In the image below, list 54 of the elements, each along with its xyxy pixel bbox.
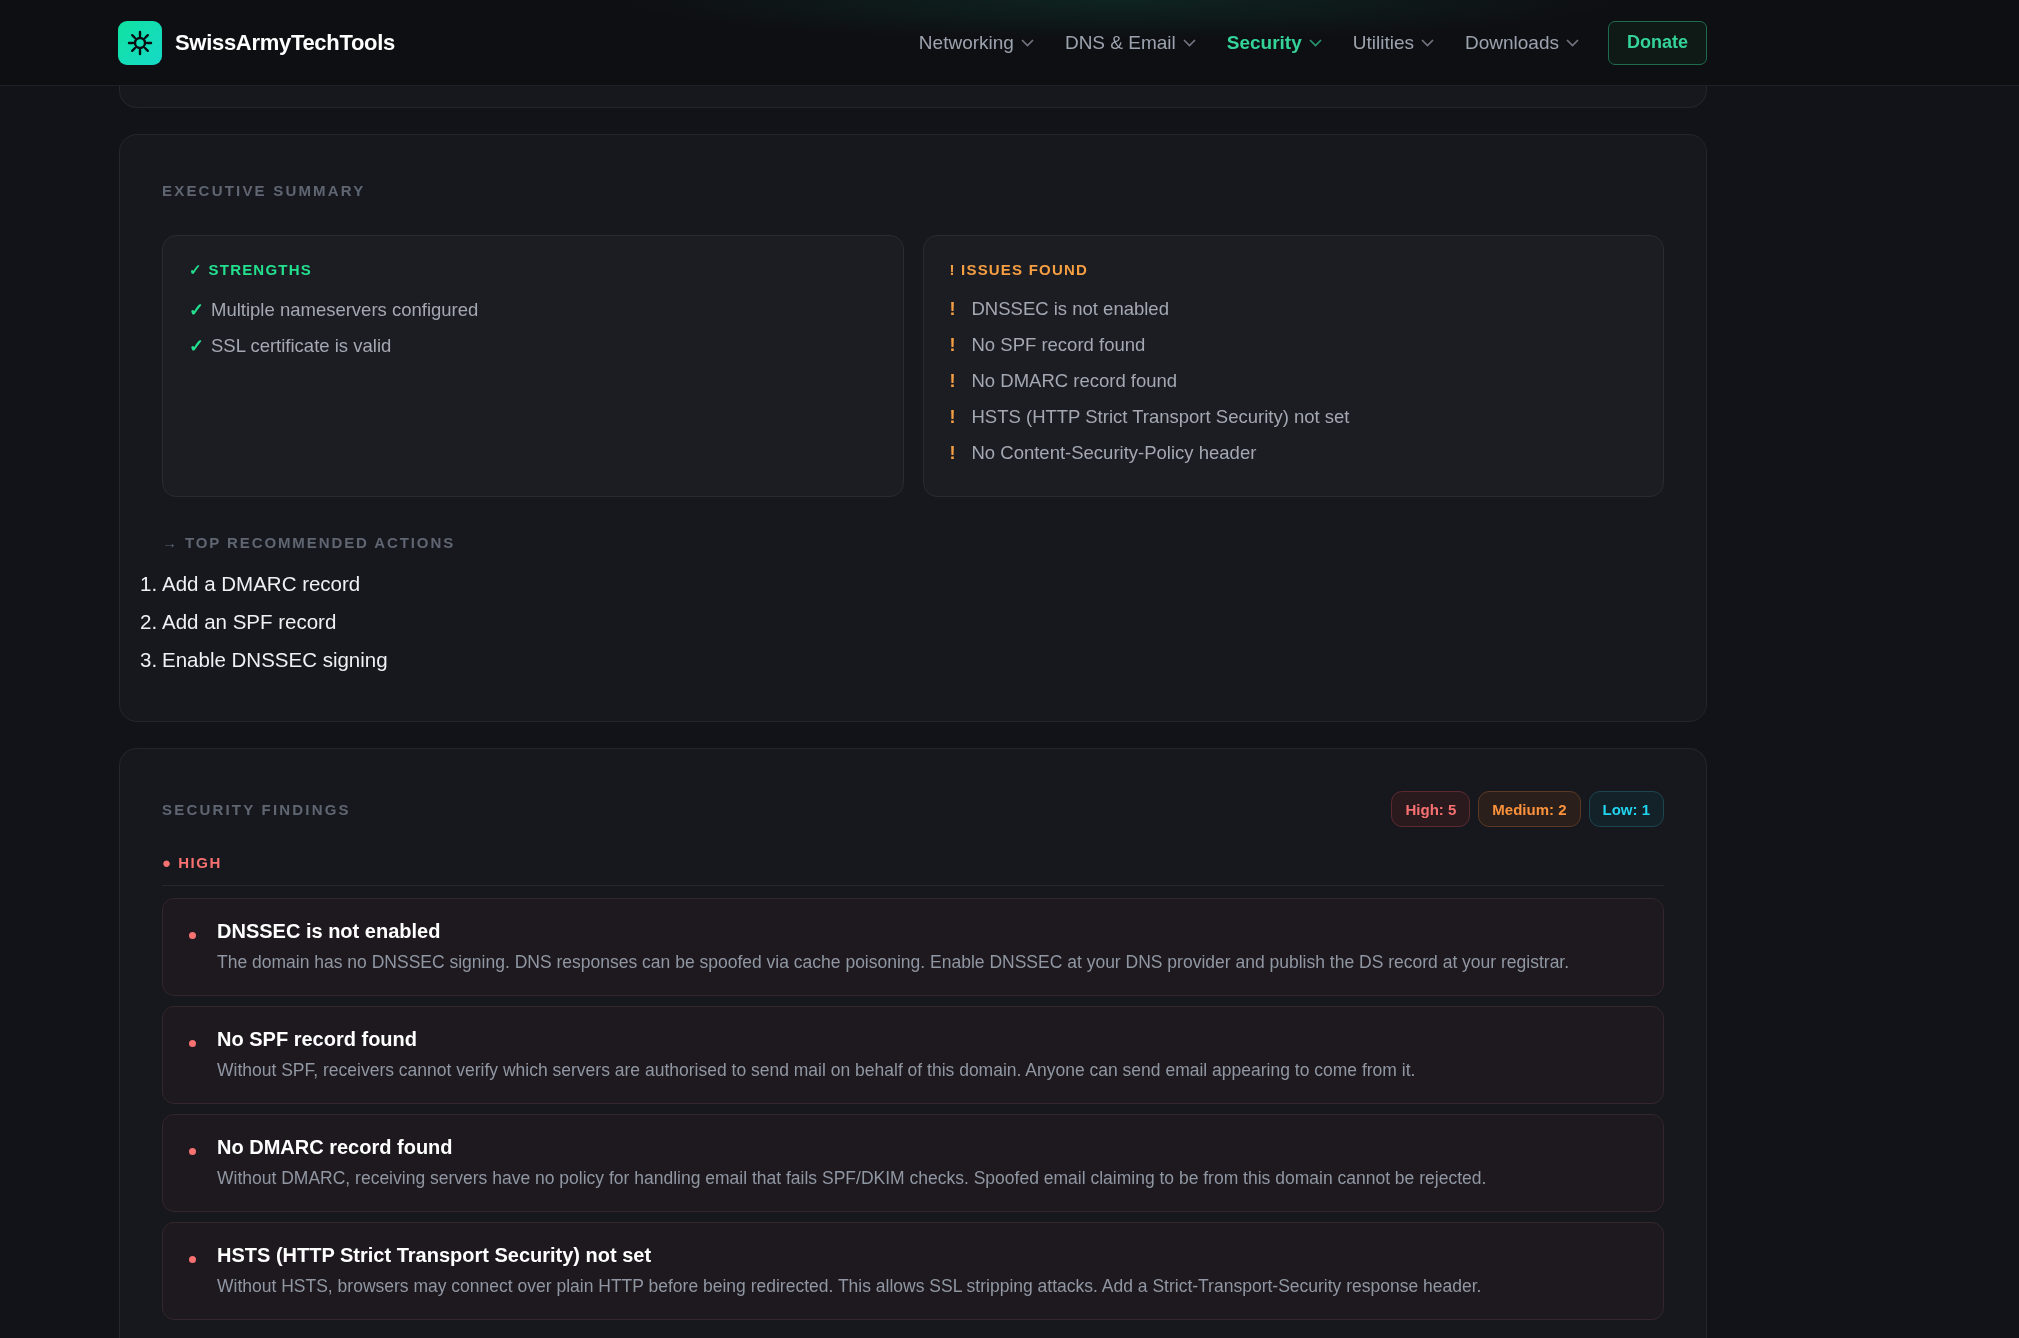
bullet-icon	[189, 1040, 196, 1047]
list-number: 3.	[140, 648, 159, 672]
severity-heading: ● HIGH	[162, 854, 222, 871]
exclamation-icon: !	[949, 370, 972, 392]
list-item: Multiple nameservers configured	[211, 299, 479, 321]
nav-menu[interactable]: Security	[1226, 31, 1322, 54]
caret-icon	[1308, 38, 1322, 47]
low-count-badge: Low: 1	[1588, 791, 1664, 827]
finding-description: Without DMARC, receiving servers have no policy for handling email that fails SPF/DKIM checks. Spoofed email claiming to be from this domain cannot be rejected.	[217, 1167, 1487, 1190]
bullet-icon	[189, 932, 196, 939]
finding-description: Without SPF, receivers cannot verify which servers are authorised to send mail on behalf of this domain. Anyone can send email appearing to come from it.	[217, 1059, 1416, 1082]
bullet-icon	[189, 1256, 196, 1263]
list-item: No DMARC record found	[971, 370, 1178, 392]
logo-icon[interactable]	[118, 20, 162, 65]
finding-title: HSTS (HTTP Strict Transport Security) not set	[217, 1243, 653, 1268]
nav-menu[interactable]: Networking	[918, 31, 1034, 54]
caret-icon	[1182, 38, 1196, 47]
panel-title: ✓ STRENGTHS	[189, 261, 312, 279]
list-item: No Content-Security-Policy header	[971, 442, 1257, 464]
finding-description: The domain has no DNSSEC signing. DNS responses can be spoofed via cache poisoning. Enable DNSSEC at your DNS provider and publish the DS record at your registrar.	[217, 951, 1570, 974]
high-count-badge: High: 5	[1391, 791, 1471, 827]
list-item: No SPF record found	[971, 334, 1146, 356]
check-icon: ✓	[189, 335, 211, 357]
list-item: DNSSEC is not enabled	[971, 298, 1169, 320]
exclamation-icon: !	[949, 298, 972, 320]
list-number: 2.	[140, 610, 159, 634]
caret-icon	[1421, 38, 1434, 47]
section-heading: SECURITY FINDINGS	[162, 800, 351, 818]
finding-title: No SPF record found	[217, 1027, 418, 1052]
nav-menu[interactable]: Downloads	[1465, 31, 1579, 54]
medium-count-badge: Medium: 2	[1478, 791, 1581, 827]
list-item: SSL certificate is valid	[211, 335, 392, 357]
donate-button[interactable]: Donate	[1608, 20, 1707, 65]
caret-icon	[1566, 38, 1579, 47]
list-item: HSTS (HTTP Strict Transport Security) not set	[971, 406, 1350, 428]
brand-name[interactable]: SwissArmyTechTools	[175, 29, 395, 56]
action-item: Add an SPF record	[162, 610, 337, 634]
action-item: Enable DNSSEC signing	[162, 648, 388, 672]
nav-menu[interactable]: DNS & Email	[1064, 31, 1196, 54]
finding-description: Without HSTS, browsers may connect over plain HTTP before being redirected. This allows SSL stripping attacks. Add a Strict-Transport-Security response header.	[217, 1275, 1482, 1298]
finding-title: DNSSEC is not enabled	[217, 919, 442, 944]
section-heading: → TOP RECOMMENDED ACTIONS	[162, 534, 456, 551]
exclamation-icon: !	[949, 334, 972, 356]
section-heading: EXECUTIVE SUMMARY	[162, 182, 367, 199]
exclamation-icon: !	[949, 406, 972, 428]
list-number: 1.	[140, 572, 159, 596]
finding-title: No DMARC record found	[217, 1135, 454, 1160]
check-icon: ✓	[189, 299, 211, 321]
nav-menu[interactable]: Utilities	[1352, 31, 1434, 54]
action-item: Add a DMARC record	[162, 572, 361, 596]
bullet-icon	[189, 1148, 196, 1155]
panel-title: ! ISSUES FOUND	[949, 261, 1088, 278]
exclamation-icon: !	[949, 442, 972, 464]
caret-icon	[1020, 38, 1034, 47]
